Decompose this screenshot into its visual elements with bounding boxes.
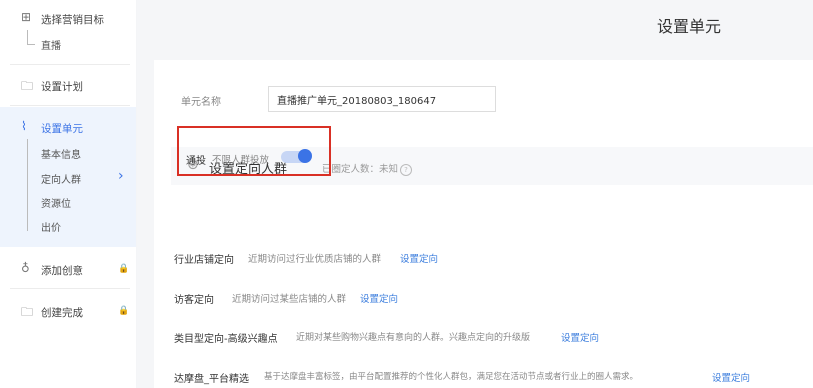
sidebar-sub-live[interactable]: 直播 <box>41 37 61 52</box>
crowd-count: 已圈定人数：未知? <box>322 161 413 176</box>
grid-icon: ⊞ <box>21 10 32 24</box>
crowd-count-value: 未知 <box>379 164 399 175</box>
sidebar-step-marketing-goal[interactable]: 选择营销目标 <box>41 12 104 27</box>
unit-name-label: 单元名称 <box>181 97 221 108</box>
sidebar-step-unit[interactable]: 设置单元 <box>41 121 83 136</box>
row-desc: 近期对某些购物兴趣点有意向的人群。兴趣点定向的升级版 <box>296 333 531 343</box>
bulb-icon: ♁ <box>21 261 30 275</box>
toggle-knob <box>298 149 312 163</box>
lock-icon: 🔒 <box>118 264 130 274</box>
pulse-icon: ⌇ <box>21 119 27 133</box>
unit-name-input[interactable] <box>268 86 496 112</box>
row-title: 行业店铺定向 <box>174 255 234 266</box>
row-title: 访客定向 <box>174 295 214 306</box>
set-targeting-link[interactable]: 设置定向 <box>712 370 750 384</box>
row-desc: 近期访问过行业优质店铺的人群 <box>248 254 382 265</box>
tree-line <box>27 30 28 44</box>
tree-line <box>27 139 28 231</box>
sidebar: ⊞ 选择营销目标 直播 🗀 设置计划 ⌇ 设置单元 基本信息 定向人群 › 资源… <box>0 0 136 388</box>
sidebar-sub-resource[interactable]: 资源位 <box>41 195 71 210</box>
sidebar-sub-basic-info[interactable]: 基本信息 <box>41 146 81 161</box>
row-desc: 近期访问过某些店铺的人群 <box>232 294 347 305</box>
general-targeting-desc: 不限人群投放 <box>212 155 270 166</box>
folder-icon: 🗀 <box>21 305 34 319</box>
tree-branch <box>27 44 35 45</box>
header: 设置单元 <box>137 0 813 46</box>
general-targeting-title: 通投 <box>186 156 206 167</box>
set-targeting-link[interactable]: 设置定向 <box>360 291 398 305</box>
sidebar-step-creative[interactable]: 添加创意 <box>41 263 83 278</box>
set-targeting-link[interactable]: 设置定向 <box>561 330 599 344</box>
folder-icon: 🗀 <box>21 79 34 93</box>
sidebar-sub-bid[interactable]: 出价 <box>41 219 61 234</box>
help-icon[interactable]: ? <box>400 163 413 176</box>
sidebar-step-plan[interactable]: 设置计划 <box>41 79 83 94</box>
row-title: 类目型定向-高级兴趣点 <box>174 334 278 345</box>
general-targeting-toggle[interactable] <box>281 149 312 163</box>
page-title: 设置单元 <box>657 17 722 36</box>
row-desc: 基于达摩盘丰富标签，由平台配置推荐的个性化人群包，满足您在活动节点或者行业上的圈… <box>264 372 639 382</box>
set-targeting-link[interactable]: 设置定向 <box>400 251 438 265</box>
lock-icon: 🔒 <box>118 306 130 316</box>
sidebar-sub-target-crowd[interactable]: 定向人群 <box>41 171 81 186</box>
divider <box>10 105 130 106</box>
sidebar-step-complete[interactable]: 创建完成 <box>41 305 83 320</box>
row-title: 达摩盘_平台精选 <box>174 374 249 385</box>
divider <box>10 64 130 65</box>
chevron-right-icon: › <box>118 168 124 184</box>
divider <box>10 288 130 289</box>
main-area: 设置单元 单元名称 ⊛ 设置定向人群 已圈定人数：未知? 通投 不限人群投放 行… <box>137 0 813 388</box>
